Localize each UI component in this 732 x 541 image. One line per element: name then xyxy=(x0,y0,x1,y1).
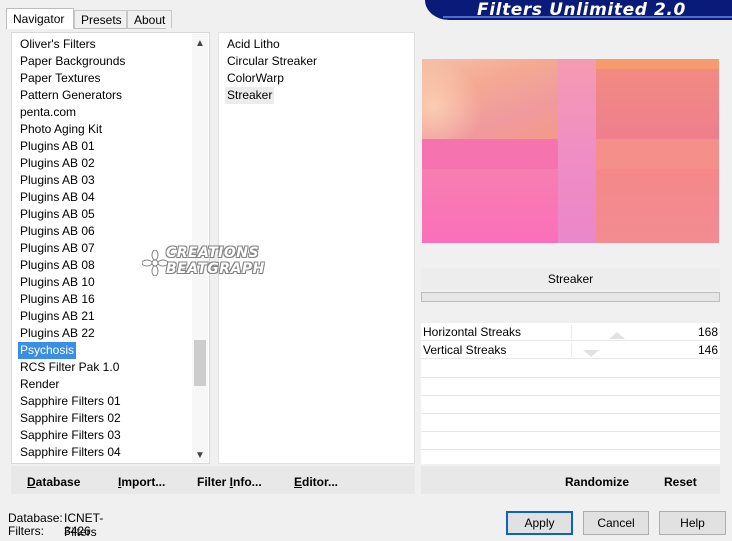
help-button[interactable]: Help xyxy=(659,511,726,535)
category-item[interactable]: RCS Filter Pak 1.0 xyxy=(18,359,121,376)
import-button[interactable]: Import... xyxy=(118,474,165,490)
label: mport... xyxy=(121,475,166,489)
editor-button[interactable]: Editor... xyxy=(294,474,338,490)
parameter-panel: Horizontal Streaks 168 Vertical Streaks … xyxy=(421,304,720,464)
label: ditor... xyxy=(302,475,339,489)
param-empty-row xyxy=(421,395,720,396)
apply-button[interactable]: Apply xyxy=(506,511,573,535)
slider-down-icon xyxy=(583,350,599,357)
filter-list[interactable]: Acid Litho Circular Streaker ColorWarp Stre… xyxy=(218,32,415,464)
parameter-header xyxy=(421,304,720,323)
param-empty-row xyxy=(421,413,720,414)
tab-about[interactable]: About xyxy=(127,10,172,28)
category-item[interactable]: Psychosis xyxy=(18,342,77,359)
category-item[interactable]: Plugins AB 03 xyxy=(18,172,97,189)
progress-bar xyxy=(421,292,720,302)
database-label: Database: xyxy=(8,511,63,525)
label: atabase xyxy=(35,475,81,489)
param-empty-row xyxy=(421,377,720,378)
category-item[interactable]: Pattern Generators xyxy=(18,87,124,104)
category-item[interactable]: Paper Textures xyxy=(18,70,103,87)
filter-item[interactable]: Acid Litho xyxy=(225,36,282,53)
category-item[interactable]: Plugins AB 08 xyxy=(18,257,97,274)
cancel-button[interactable]: Cancel xyxy=(583,511,649,535)
label: nfo... xyxy=(233,475,262,489)
category-item[interactable]: Oliver's Filters xyxy=(18,36,98,53)
param-empty-row xyxy=(421,431,720,432)
category-scrollbar[interactable]: ▲ ▼ xyxy=(192,34,208,462)
param-divider xyxy=(571,325,572,339)
scroll-down-icon[interactable]: ▼ xyxy=(192,448,208,463)
param-value: 146 xyxy=(697,343,718,357)
title-banner: Filters Unlimited 2.0 xyxy=(425,0,732,20)
category-item[interactable]: Plugins AB 04 xyxy=(18,189,97,206)
tab-presets[interactable]: Presets xyxy=(74,10,127,28)
param-empty-row xyxy=(421,449,720,450)
filter-info-button[interactable]: Filter Info... xyxy=(197,474,262,490)
param-value: 168 xyxy=(697,325,718,339)
category-item[interactable]: Plugins AB 07 xyxy=(18,240,97,257)
param-label: Horizontal Streaks xyxy=(423,325,522,339)
category-item[interactable]: Plugins AB 10 xyxy=(18,274,97,291)
hotkey: E xyxy=(294,475,303,489)
category-list[interactable]: Oliver's Filters Paper Backgrounds Paper T… xyxy=(11,32,210,464)
right-toolbar: Randomize Reset xyxy=(421,466,720,494)
category-item[interactable]: Plugins AB 01 xyxy=(18,138,97,155)
category-item[interactable]: Sapphire Filters 02 xyxy=(18,410,123,427)
randomize-button[interactable]: Randomize xyxy=(565,474,629,490)
scroll-thumb[interactable] xyxy=(194,340,206,386)
category-item[interactable]: Plugins AB 21 xyxy=(18,308,97,325)
category-item[interactable]: Plugins AB 16 xyxy=(18,291,97,308)
filters-value: 3426 xyxy=(64,524,91,538)
category-item[interactable]: Render xyxy=(18,376,61,393)
tab-navigator[interactable]: Navigator xyxy=(6,8,74,29)
param-row-vertical-streaks[interactable]: Vertical Streaks 146 xyxy=(421,341,720,359)
category-item[interactable]: Sapphire Filters 01 xyxy=(18,393,123,410)
filter-item[interactable]: ColorWarp xyxy=(225,70,286,87)
filter-item[interactable]: Streaker xyxy=(225,87,275,104)
category-item[interactable]: Paper Backgrounds xyxy=(18,53,127,70)
category-item[interactable]: Plugins AB 06 xyxy=(18,223,97,240)
hotkey: D xyxy=(27,475,36,489)
slider-up-icon xyxy=(609,332,625,339)
category-item[interactable]: Plugins AB 22 xyxy=(18,325,97,342)
filters-label: Filters: xyxy=(8,524,44,538)
category-item[interactable]: penta.com xyxy=(18,104,78,121)
left-toolbar: Database Import... Filter Info... Editor… xyxy=(11,466,415,494)
preview-image xyxy=(422,59,719,243)
label: Filter xyxy=(197,475,230,489)
category-item[interactable]: Photo Aging Kit xyxy=(18,121,104,138)
reset-button[interactable]: Reset xyxy=(664,474,697,490)
param-divider xyxy=(571,343,572,357)
category-item[interactable]: Plugins AB 05 xyxy=(18,206,97,223)
param-row-horizontal-streaks[interactable]: Horizontal Streaks 168 xyxy=(421,323,720,341)
filter-item[interactable]: Circular Streaker xyxy=(225,53,319,70)
category-item[interactable]: Plugins AB 02 xyxy=(18,155,97,172)
app-title: Filters Unlimited 2.0 xyxy=(477,0,686,20)
param-label: Vertical Streaks xyxy=(423,343,507,357)
scroll-up-icon[interactable]: ▲ xyxy=(192,36,208,52)
category-item[interactable]: Sapphire Filters 04 xyxy=(18,444,123,461)
filter-name-label: Streaker xyxy=(421,268,720,290)
category-item[interactable]: Sapphire Filters 03 xyxy=(18,427,123,444)
database-button[interactable]: Database xyxy=(27,474,80,490)
